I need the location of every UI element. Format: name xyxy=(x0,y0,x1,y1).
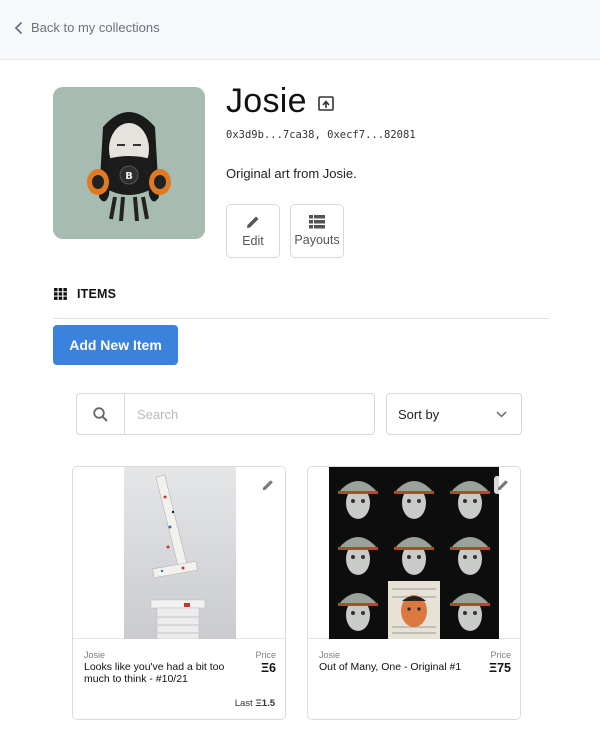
edit-item-icon[interactable] xyxy=(494,476,512,494)
search-box xyxy=(76,393,375,435)
item-price: Ξ75 xyxy=(489,661,511,675)
item-meta: Josie Out of Many, One - Original #1 Pri… xyxy=(319,650,511,675)
items-section-header: ITEMS xyxy=(54,287,116,301)
chevron-down-icon xyxy=(496,410,507,418)
back-link-label: Back to my collections xyxy=(31,20,160,35)
chevron-left-icon xyxy=(14,21,23,34)
edit-button-label: Edit xyxy=(242,234,264,248)
price-label: Price xyxy=(255,650,276,660)
collection-avatar: B xyxy=(53,87,205,239)
price-label: Price xyxy=(490,650,511,660)
item-meta: Josie Looks like you've had a bit too mu… xyxy=(84,650,276,685)
back-link[interactable]: Back to my collections xyxy=(14,20,160,35)
edit-item-icon[interactable] xyxy=(259,476,277,494)
collection-description: Original art from Josie. xyxy=(226,166,357,181)
list-icon xyxy=(309,215,325,229)
avatar-image: B xyxy=(53,87,205,239)
payouts-button-label: Payouts xyxy=(294,233,340,247)
item-card[interactable]: Josie Out of Many, One - Original #1 Pri… xyxy=(307,466,521,720)
search-icon xyxy=(93,406,108,422)
svg-text:B: B xyxy=(125,171,133,182)
sort-dropdown[interactable]: Sort by xyxy=(386,393,522,435)
item-name: Looks like you've had a bit too much to … xyxy=(84,661,225,685)
collection-title: Josie xyxy=(226,82,307,120)
item-creator: Josie xyxy=(84,650,106,660)
pencil-icon xyxy=(247,216,259,228)
add-new-item-button[interactable]: Add New Item xyxy=(53,325,178,365)
last-sale: Last Ξ1.5 xyxy=(235,698,275,709)
payouts-button[interactable]: Payouts xyxy=(290,204,344,258)
search-input[interactable] xyxy=(125,394,374,434)
last-sale-label: Last xyxy=(234,698,253,709)
last-sale-value: Ξ1.5 xyxy=(255,698,275,709)
items-heading: ITEMS xyxy=(77,287,117,301)
contract-addresses: 0x3d9b...7ca38, 0xecf7...82081 xyxy=(226,129,416,141)
sort-label: Sort by xyxy=(398,406,440,422)
item-price: Ξ6 xyxy=(261,661,276,675)
item-creator: Josie xyxy=(319,650,341,660)
top-bar: Back to my collections xyxy=(0,0,600,60)
item-name: Out of Many, One - Original #1 xyxy=(319,661,462,673)
edit-button[interactable]: Edit xyxy=(226,204,280,258)
section-divider xyxy=(53,318,549,319)
item-card[interactable]: Josie Looks like you've had a bit too mu… xyxy=(72,466,286,720)
search-icon-wrapper xyxy=(77,394,125,434)
grid-icon xyxy=(54,288,67,300)
open-external-icon[interactable] xyxy=(318,96,334,111)
item-image xyxy=(308,467,520,639)
item-image xyxy=(73,467,285,640)
